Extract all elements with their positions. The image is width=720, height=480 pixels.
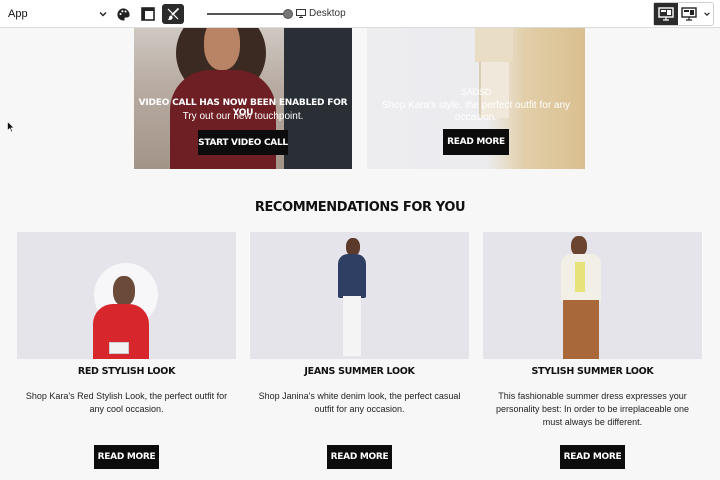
- brush-icon[interactable]: [162, 4, 184, 24]
- device-label-text: Desktop: [309, 8, 346, 19]
- model-head: [571, 236, 587, 256]
- zoom-slider-thumb[interactable]: [283, 9, 293, 19]
- chevron-down-icon[interactable]: [701, 3, 713, 25]
- start-video-call-button[interactable]: START VIDEO CALL: [198, 130, 288, 155]
- card-image[interactable]: [483, 232, 702, 359]
- app-select[interactable]: App: [8, 5, 108, 23]
- chevron-down-icon: [99, 12, 107, 17]
- model-brown-trousers: [563, 300, 599, 359]
- page-preview: VIDEO CALL HAS NOW BEEN ENABLED FOR YOU …: [0, 28, 720, 480]
- model-denim-jacket: [338, 254, 366, 298]
- palette-icon[interactable]: [113, 4, 133, 24]
- card-description: Shop Kara's Red Stylish Look, the perfec…: [25, 391, 228, 414]
- hero-person-face: [204, 28, 240, 70]
- card-title: RED STYLISH LOOK: [77, 366, 176, 377]
- read-more-button[interactable]: READ MORE: [443, 129, 509, 155]
- model-yellow-top: [575, 262, 585, 292]
- model-bag: [109, 342, 129, 354]
- model-head: [113, 276, 135, 306]
- mouse-cursor-icon: [7, 121, 15, 133]
- hero-banner-video-call: VIDEO CALL HAS NOW BEEN ENABLED FOR YOU …: [134, 28, 352, 169]
- read-more-button[interactable]: READ MORE: [327, 445, 392, 469]
- layout-icon[interactable]: [138, 4, 158, 24]
- card-description: Shop Janina's white denim look, the perf…: [258, 391, 461, 414]
- read-more-button[interactable]: READ MORE: [94, 445, 159, 469]
- view-mode-toggle: [653, 2, 714, 26]
- card-title: JEANS SUMMER LOOK: [304, 366, 415, 377]
- card-image[interactable]: [17, 232, 236, 359]
- hero-subtitle: Try out our new touchpoint.: [182, 111, 304, 122]
- card-description: This fashionable summer dress expresses …: [495, 391, 690, 427]
- recommendation-card: RED STYLISH LOOK Shop Kara's Red Stylish…: [17, 232, 236, 480]
- editor-toolbar: App Desktop: [0, 0, 720, 28]
- hero-title: SADSD: [460, 87, 491, 97]
- card-title: STYLISH SUMMER LOOK: [531, 366, 654, 377]
- read-more-button[interactable]: READ MORE: [560, 445, 625, 469]
- recommendation-card: JEANS SUMMER LOOK Shop Janina's white de…: [250, 232, 469, 480]
- zoom-slider[interactable]: [207, 9, 293, 19]
- mobile-layout-icon[interactable]: [678, 3, 702, 25]
- card-image[interactable]: [250, 232, 469, 359]
- monitor-icon: [296, 9, 306, 18]
- section-title: RECOMMENDATIONS FOR YOU: [254, 200, 466, 215]
- app-select-value: App: [8, 8, 28, 20]
- desktop-layout-icon[interactable]: [654, 3, 678, 25]
- model-white-jeans: [343, 296, 361, 356]
- hero-subtitle: Shop Kara's style, the perfect outfit fo…: [381, 100, 571, 123]
- hero-banner-kara-style: SADSD Shop Kara's style, the perfect out…: [367, 28, 585, 169]
- recommendation-card: STYLISH SUMMER LOOK This fashionable sum…: [483, 232, 702, 480]
- hero-model-top: [475, 28, 513, 62]
- device-label: Desktop: [296, 8, 346, 19]
